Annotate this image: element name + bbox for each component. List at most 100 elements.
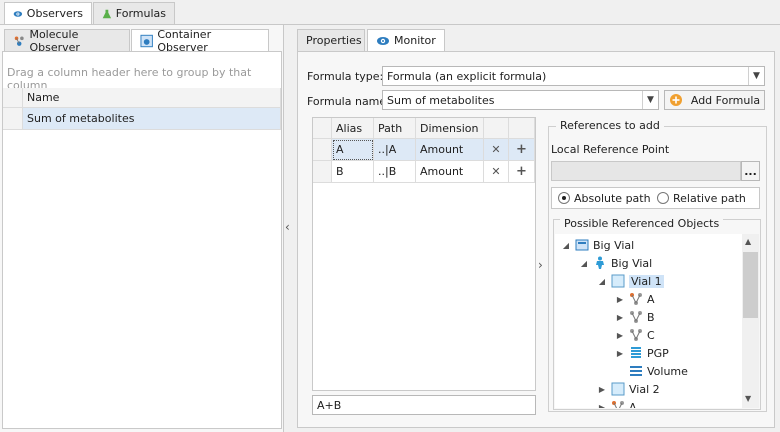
path-cell[interactable]: ..|B [374, 161, 416, 183]
add-icon [669, 94, 682, 106]
alias-cell[interactable]: B [332, 161, 374, 183]
container-observer-icon [140, 34, 153, 47]
tree-node[interactable]: ◢ Big Vial [561, 236, 634, 254]
collapse-icon[interactable]: ◢ [597, 277, 607, 286]
molecule-icon [630, 311, 642, 323]
local-ref-input[interactable] [551, 161, 741, 181]
parameter-icon [630, 366, 642, 376]
row-indicator-header [313, 118, 332, 139]
collapse-icon[interactable]: ◢ [561, 241, 571, 250]
tree-node[interactable]: ◢ Big Vial [579, 254, 652, 272]
dimension-cell[interactable]: Amount [416, 139, 484, 161]
molecule-icon [630, 329, 642, 341]
eye-icon [13, 10, 23, 17]
tab-molecule-observer[interactable]: Molecule Observer [4, 27, 130, 54]
tree-node-label: A [629, 400, 637, 409]
browse-button[interactable]: ... [741, 161, 760, 181]
alias-cell[interactable]: A [332, 139, 374, 161]
formula-type-label: Formula type: [307, 70, 384, 83]
tab-label: Observers [26, 7, 83, 20]
tree-node-label: B [647, 310, 655, 324]
chevron-down-icon[interactable]: ▼ [748, 67, 764, 85]
expand-icon[interactable]: ▶ [615, 331, 625, 340]
expand-icon[interactable]: ▶ [615, 295, 625, 304]
absolute-path-radio[interactable] [558, 192, 570, 204]
absolute-path-label[interactable]: Absolute path [574, 192, 651, 205]
add-formula-button[interactable]: Add Formula [664, 90, 765, 110]
eye-icon [377, 36, 389, 45]
column-header-alias[interactable]: Alias [332, 118, 374, 139]
collapse-left-icon[interactable]: ‹ [285, 220, 295, 234]
tree-node-label: PGP [647, 346, 669, 360]
formula-type-value: Formula (an explicit formula) [387, 69, 547, 83]
add-row-button[interactable]: + [509, 139, 535, 161]
molecule-observer-icon [14, 36, 24, 46]
formula-name-value: Sum of metabolites [387, 93, 495, 107]
relative-path-radio[interactable] [657, 192, 669, 204]
observers-grid: Drag a column header here to group by th… [2, 51, 282, 429]
remove-button[interactable]: ✕ [484, 161, 509, 183]
tree-node[interactable]: ▶ Vial 2 [597, 380, 660, 398]
objects-tree: ▲ ▼ ◢ Big Vial ◢ Big Vial ◢ Vial 1 ▶ A ▶… [555, 234, 759, 408]
add-formula-label: Add Formula [690, 93, 761, 107]
row-indicator[interactable] [313, 139, 332, 161]
close-icon: ✕ [491, 165, 501, 178]
tab-observers[interactable]: Observers [4, 2, 92, 24]
tree-node[interactable]: ▶ A [597, 398, 637, 408]
column-header-remove [484, 118, 509, 139]
relative-path-label[interactable]: Relative path [673, 192, 746, 205]
formula-type-select[interactable]: Formula (an explicit formula) ▼ [382, 66, 765, 86]
tree-node[interactable]: ◢ Vial 1 [597, 272, 664, 290]
molecule-icon [612, 401, 624, 408]
local-ref-label: Local Reference Point [551, 143, 670, 156]
table-row[interactable]: Sum of metabolites [23, 108, 281, 130]
tab-label: Formulas [115, 7, 166, 20]
tab-label: Monitor [394, 34, 436, 47]
tree-node-label: Vial 2 [629, 382, 660, 396]
tree-node-label: Big Vial [611, 256, 653, 270]
expand-references-icon[interactable]: › [538, 258, 543, 272]
column-header-add [509, 118, 535, 139]
column-header-dimension[interactable]: Dimension [416, 118, 484, 139]
tree-node[interactable]: ▶ A [615, 290, 655, 308]
tab-container-observer[interactable]: Container Observer [131, 28, 269, 54]
flask-icon [102, 9, 112, 18]
tree-node-label: Volume [647, 364, 688, 378]
tab-properties[interactable]: Properties [297, 29, 365, 51]
remove-button[interactable]: ✕ [484, 139, 509, 161]
protein-icon [631, 347, 641, 358]
formula-name-select[interactable]: Sum of metabolites ▼ [382, 90, 659, 110]
column-header-name[interactable]: Name [23, 88, 281, 108]
row-indicator[interactable] [3, 108, 23, 130]
path-cell[interactable]: ..|A [374, 139, 416, 161]
scroll-down-icon[interactable]: ▼ [745, 394, 751, 403]
scroll-thumb[interactable] [743, 252, 758, 318]
tree-node[interactable]: ▶ PGP [615, 344, 669, 362]
expand-icon[interactable]: ▶ [597, 403, 607, 409]
chevron-down-icon[interactable]: ▼ [642, 91, 658, 109]
formula-input[interactable]: A+B [312, 395, 536, 415]
tab-label: Molecule Observer [29, 27, 80, 54]
scroll-up-icon[interactable]: ▲ [745, 237, 751, 246]
add-row-button[interactable]: + [509, 161, 535, 183]
tab-formulas[interactable]: Formulas [93, 2, 175, 24]
close-icon: ✕ [491, 143, 501, 156]
plus-icon: + [516, 164, 527, 179]
tab-label: Properties [306, 34, 362, 47]
column-header-path[interactable]: Path [374, 118, 416, 139]
references-grid: Alias Path Dimension A ..|A Amount ✕ + B… [312, 117, 536, 391]
possible-objects-title: Possible Referenced Objects [560, 217, 724, 230]
dimension-cell[interactable]: Amount [416, 161, 484, 183]
tree-node[interactable]: Volume [615, 362, 688, 380]
expand-icon[interactable]: ▶ [615, 349, 625, 358]
container-icon [611, 274, 625, 288]
references-title: References to add [556, 119, 664, 132]
tree-node[interactable]: ▶ C [615, 326, 655, 344]
expand-icon[interactable]: ▶ [615, 313, 625, 322]
tree-node[interactable]: ▶ B [615, 308, 655, 326]
tab-monitor[interactable]: Monitor [367, 29, 445, 51]
collapse-icon[interactable]: ◢ [579, 259, 589, 268]
expand-icon[interactable]: ▶ [597, 385, 607, 394]
row-indicator[interactable] [313, 161, 332, 183]
tree-node-label: C [647, 328, 655, 342]
